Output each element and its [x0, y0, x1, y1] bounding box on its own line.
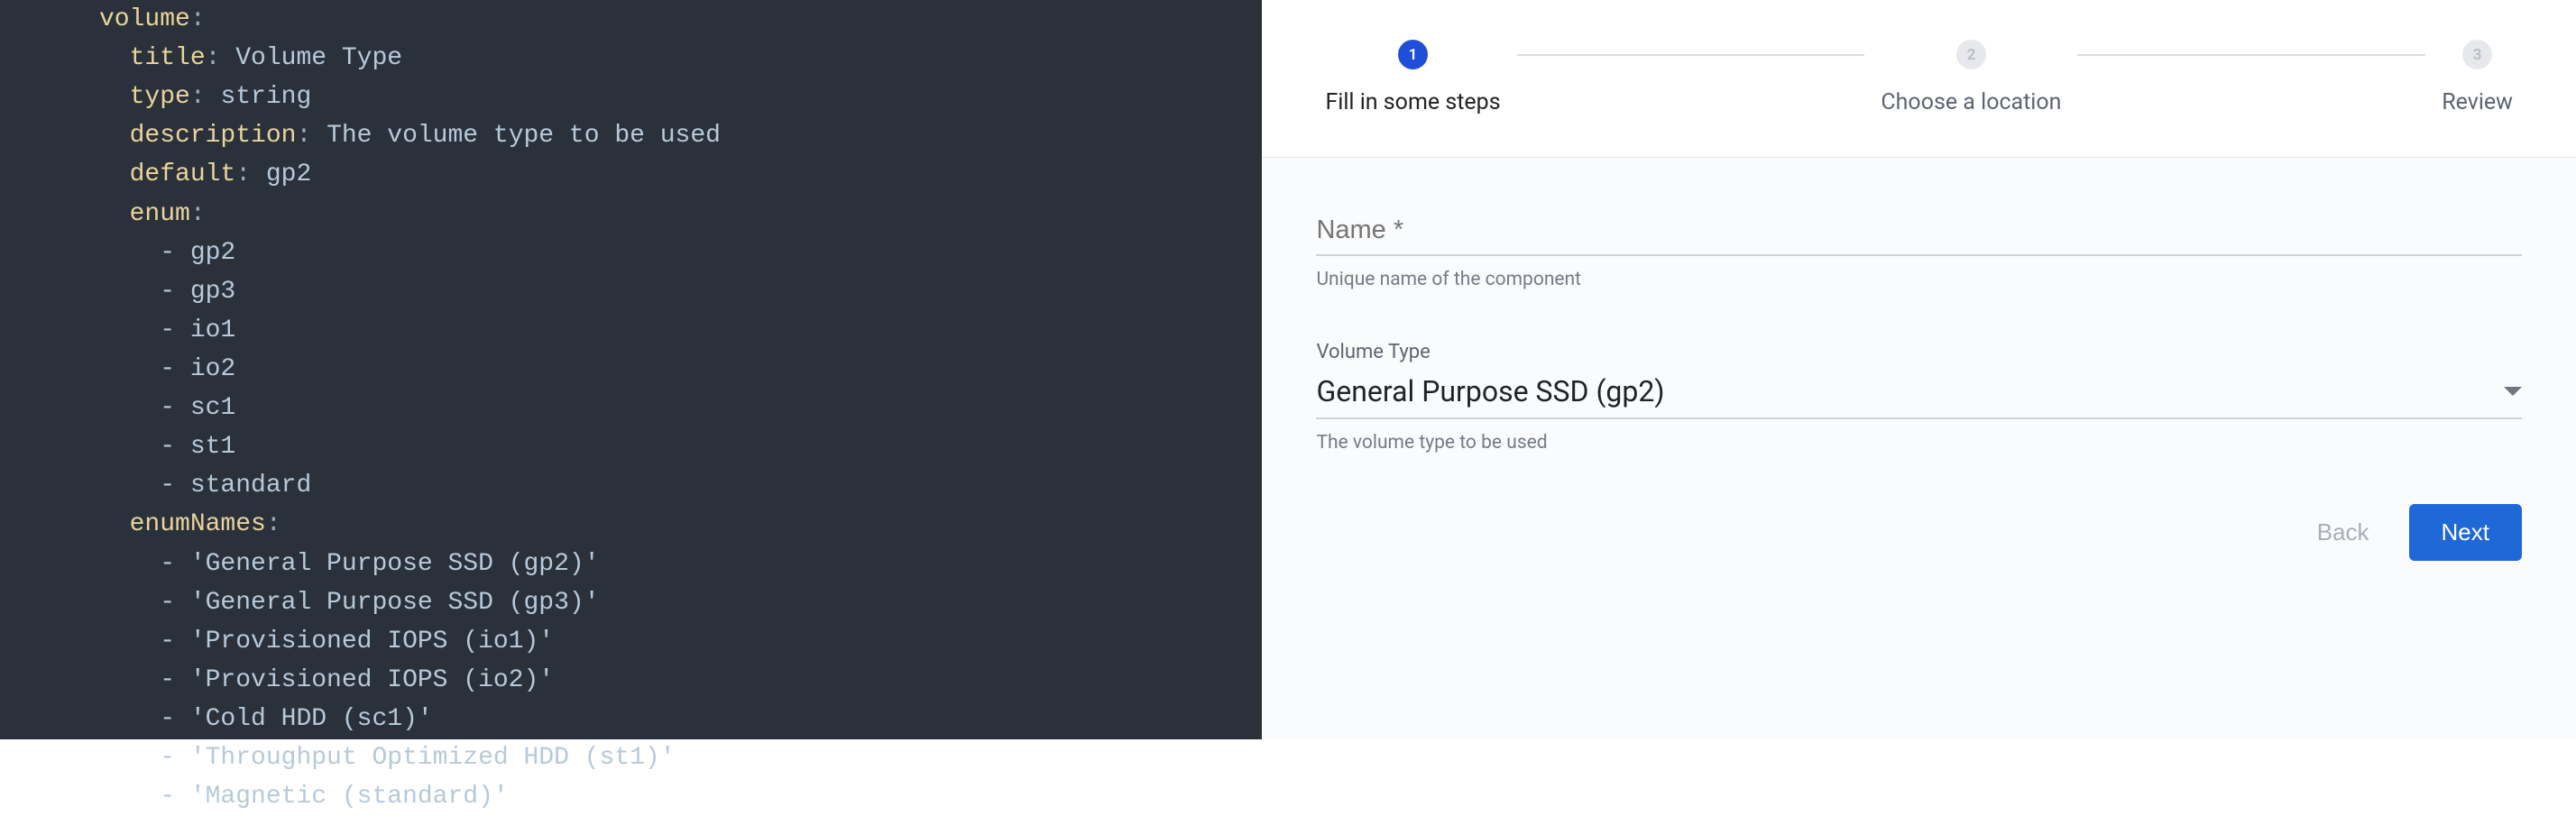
step-3-circle: 3 [2462, 40, 2492, 69]
step-2[interactable]: 2 Choose a location [1881, 40, 2061, 115]
step-3-label: Review [2442, 89, 2513, 115]
volume-type-helper: The volume type to be used [1316, 432, 2522, 454]
volume-type-field: Volume Type General Purpose SSD (gp2) Th… [1316, 341, 2522, 454]
step-2-circle: 2 [1956, 40, 1986, 69]
name-field: Unique name of the component [1316, 215, 2522, 290]
step-1-label: Fill in some steps [1325, 89, 1500, 115]
back-button: Back [2317, 518, 2369, 546]
volume-type-select[interactable]: General Purpose SSD (gp2) [1316, 369, 2522, 419]
form-pane: 1 Fill in some steps 2 Choose a location… [1262, 0, 2576, 739]
name-helper: Unique name of the component [1316, 269, 2522, 290]
yaml-code-pane: volume: title: Volume Type type: string … [0, 0, 1262, 739]
step-1[interactable]: 1 Fill in some steps [1325, 40, 1500, 115]
step-3[interactable]: 3 Review [2442, 40, 2513, 115]
form-area: Unique name of the component Volume Type… [1262, 158, 2576, 739]
chevron-down-icon [2504, 387, 2522, 396]
volume-type-value: General Purpose SSD (gp2) [1316, 374, 1664, 408]
volume-type-label: Volume Type [1316, 341, 2522, 363]
step-2-label: Choose a location [1881, 89, 2061, 115]
stepper: 1 Fill in some steps 2 Choose a location… [1262, 0, 2576, 158]
form-actions: Back Next [1316, 504, 2522, 561]
step-1-circle: 1 [1398, 40, 1428, 69]
stepper-connector [2077, 54, 2425, 56]
stepper-connector [1517, 54, 1865, 56]
next-button[interactable]: Next [2409, 504, 2522, 561]
name-input[interactable] [1316, 215, 2522, 256]
